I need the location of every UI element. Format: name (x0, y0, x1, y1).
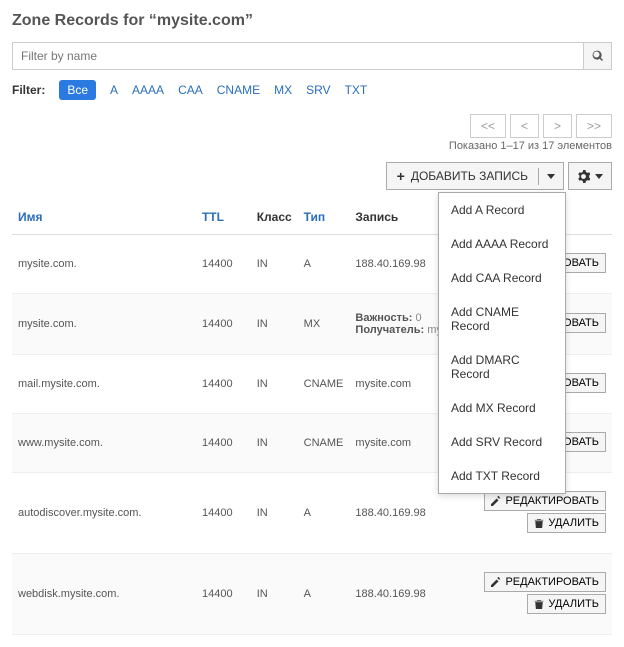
cell-class: IN (251, 554, 298, 635)
cell-name: mysite.com. (12, 235, 196, 294)
delete-button[interactable]: УДАЛИТЬ (527, 513, 606, 533)
delete-button[interactable]: УДАЛИТЬ (527, 594, 606, 614)
dropdown-item[interactable]: Add CAA Record (439, 261, 565, 295)
cell-type: A (298, 473, 350, 554)
filter-input[interactable] (12, 42, 584, 70)
cell-ttl: 14400 (196, 554, 251, 635)
edit-button[interactable]: РЕДАКТИРОВАТЬ (484, 572, 606, 592)
cell-type: A (298, 554, 350, 635)
cell-ttl: 14400 (196, 235, 251, 294)
cell-name: webdisk.mysite.com. (12, 554, 196, 635)
filter-search-button[interactable] (584, 42, 612, 70)
page-title: Zone Records for “mysite.com” (12, 12, 612, 30)
cell-name: autodiscover.mysite.com. (12, 473, 196, 554)
dropdown-item[interactable]: Add AAAA Record (439, 227, 565, 261)
chevron-down-icon (595, 174, 603, 179)
pager-next[interactable]: > (543, 114, 572, 138)
pager-first[interactable]: << (470, 114, 506, 138)
cell-actions: РЕДАКТИРОВАТЬУДАЛИТЬ (478, 554, 612, 635)
column-class: Класс (251, 200, 298, 235)
filter-tag-a[interactable]: A (110, 83, 118, 97)
dropdown-item[interactable]: Add CNAME Record (439, 295, 565, 343)
settings-button[interactable] (568, 162, 612, 190)
cell-name: mail.mysite.com. (12, 355, 196, 414)
filters-row: Filter: Все A AAAA CAA CNAME MX SRV TXT (12, 80, 612, 100)
column-type[interactable]: Тип (298, 200, 350, 235)
add-record-dropdown: Add A RecordAdd AAAA RecordAdd CAA Recor… (438, 192, 566, 494)
cell-name: mysite.com. (12, 294, 196, 355)
dropdown-item[interactable]: Add TXT Record (439, 459, 565, 493)
filter-tag-aaaa[interactable]: AAAA (132, 83, 164, 97)
filter-tag-txt[interactable]: TXT (345, 83, 368, 97)
column-name[interactable]: Имя (12, 200, 196, 235)
plus-icon: + (397, 169, 405, 183)
cell-name: www.mysite.com. (12, 414, 196, 473)
pager-last[interactable]: >> (576, 114, 612, 138)
filter-tag-all[interactable]: Все (59, 80, 96, 100)
gear-icon (577, 170, 590, 183)
cell-ttl: 14400 (196, 355, 251, 414)
cell-class: IN (251, 414, 298, 473)
cell-ttl: 14400 (196, 414, 251, 473)
cell-type: CNAME (298, 414, 350, 473)
filter-tag-mx[interactable]: MX (274, 83, 292, 97)
filters-label: Filter: (12, 83, 45, 97)
table-row: webdisk.mysite.com.14400INA188.40.169.98… (12, 554, 612, 635)
cell-type: A (298, 235, 350, 294)
cell-ttl: 14400 (196, 473, 251, 554)
pager: << < > >> (12, 114, 612, 138)
chevron-down-icon (547, 174, 555, 179)
dropdown-item[interactable]: Add A Record (439, 193, 565, 227)
cell-ttl: 14400 (196, 294, 251, 355)
dropdown-item[interactable]: Add DMARC Record (439, 343, 565, 391)
pager-info: Показано 1–17 из 17 элементов (12, 140, 612, 152)
add-record-button[interactable]: + ДОБАВИТЬ ЗАПИСЬ (386, 162, 564, 190)
filter-tag-srv[interactable]: SRV (306, 83, 330, 97)
column-ttl[interactable]: TTL (196, 200, 251, 235)
cell-class: IN (251, 473, 298, 554)
filter-tag-caa[interactable]: CAA (178, 83, 203, 97)
toolbar: + ДОБАВИТЬ ЗАПИСЬ Add A RecordAdd AAAA R… (12, 162, 612, 190)
cell-class: IN (251, 235, 298, 294)
cell-type: MX (298, 294, 350, 355)
cell-class: IN (251, 294, 298, 355)
add-record-label: ДОБАВИТЬ ЗАПИСЬ (411, 169, 528, 183)
cell-record: 188.40.169.98 (349, 554, 478, 635)
edit-button[interactable]: РЕДАКТИРОВАТЬ (484, 491, 606, 511)
filter-bar (12, 42, 612, 70)
cell-type: CNAME (298, 355, 350, 414)
dropdown-item[interactable]: Add MX Record (439, 391, 565, 425)
dropdown-item[interactable]: Add SRV Record (439, 425, 565, 459)
search-icon (592, 50, 604, 62)
pager-prev[interactable]: < (510, 114, 539, 138)
add-record-dropdown-toggle[interactable] (538, 168, 563, 185)
filter-tag-cname[interactable]: CNAME (217, 83, 260, 97)
cell-class: IN (251, 355, 298, 414)
